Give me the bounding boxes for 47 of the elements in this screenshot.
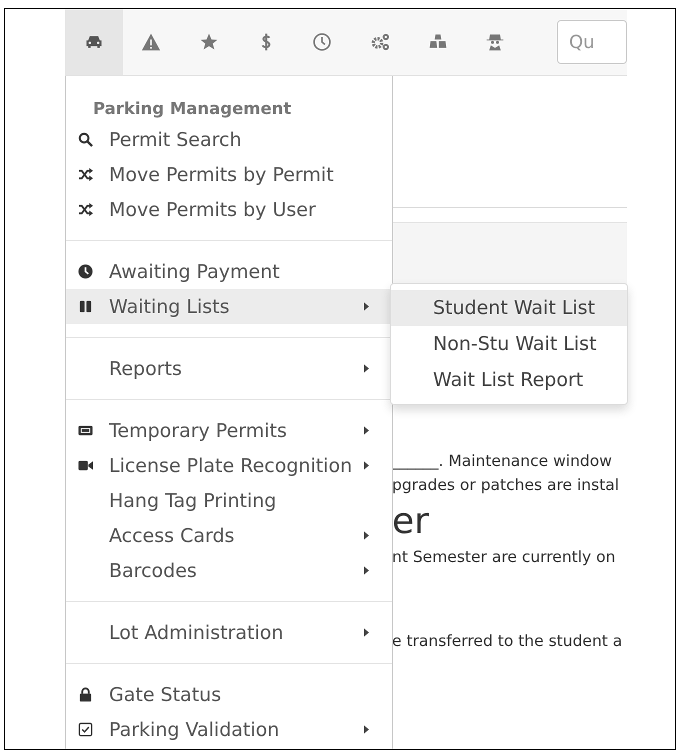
- menu-item[interactable]: Lot Administration: [66, 615, 392, 650]
- caret-icon: [364, 302, 369, 311]
- spy-icon: [485, 32, 506, 52]
- body-text: e transferred to the student a: [392, 631, 624, 652]
- caret-icon: [364, 364, 369, 373]
- menu-item[interactable]: Gate Status: [66, 677, 392, 712]
- submenu-item[interactable]: Non-Stu Wait List: [391, 326, 627, 362]
- caret-icon: [364, 725, 369, 734]
- caret-icon: [364, 426, 369, 435]
- body-text: pgrades or patches are instal: [392, 475, 620, 496]
- menu-item[interactable]: Hang Tag Printing: [66, 483, 392, 518]
- star-icon: [199, 32, 220, 52]
- menu-item[interactable]: Waiting Lists: [66, 289, 392, 324]
- shuffle-icon: [78, 202, 93, 217]
- pause-icon: [78, 299, 93, 314]
- section-heading: er: [392, 500, 430, 544]
- submenu-item[interactable]: Wait List Report: [391, 362, 627, 398]
- menu-item[interactable]: Move Permits by User: [66, 192, 392, 227]
- menu-item[interactable]: License Plate Recognition: [66, 448, 392, 483]
- menu-item[interactable]: Permit Search: [66, 122, 392, 157]
- caret-icon: [364, 531, 369, 540]
- clock-icon: [78, 264, 93, 279]
- menu-title: Parking Management: [92, 98, 292, 120]
- gears-icon: [370, 32, 390, 52]
- search-icon: [78, 132, 93, 147]
- body-text: ______. Maintenance window: [392, 451, 613, 472]
- ticket-icon: [78, 423, 93, 438]
- clock-icon: [312, 32, 332, 52]
- submenu-item[interactable]: Student Wait List: [391, 290, 627, 326]
- caret-icon: [364, 461, 369, 470]
- checkbox-icon: [78, 722, 93, 737]
- menu-item[interactable]: Access Cards: [66, 518, 392, 553]
- shuffle-icon: [78, 167, 93, 182]
- menu-item[interactable]: Reports: [66, 351, 392, 386]
- search-field[interactable]: Qu: [557, 20, 627, 64]
- menu-item[interactable]: Awaiting Payment: [66, 254, 392, 289]
- caret-icon: [364, 628, 369, 637]
- menu-item[interactable]: Parking Validation: [66, 712, 392, 747]
- toolbar-button[interactable]: [65, 9, 123, 75]
- body-text: nt Semester are currently on: [392, 547, 616, 568]
- menu-item[interactable]: Move Permits by Permit: [66, 157, 392, 192]
- warning-icon: [141, 32, 162, 52]
- menu-item[interactable]: Temporary Permits: [66, 413, 392, 448]
- lock-icon: [78, 687, 93, 702]
- video-icon: [78, 458, 93, 473]
- menu-item[interactable]: Barcodes: [66, 553, 392, 588]
- caret-icon: [364, 566, 369, 575]
